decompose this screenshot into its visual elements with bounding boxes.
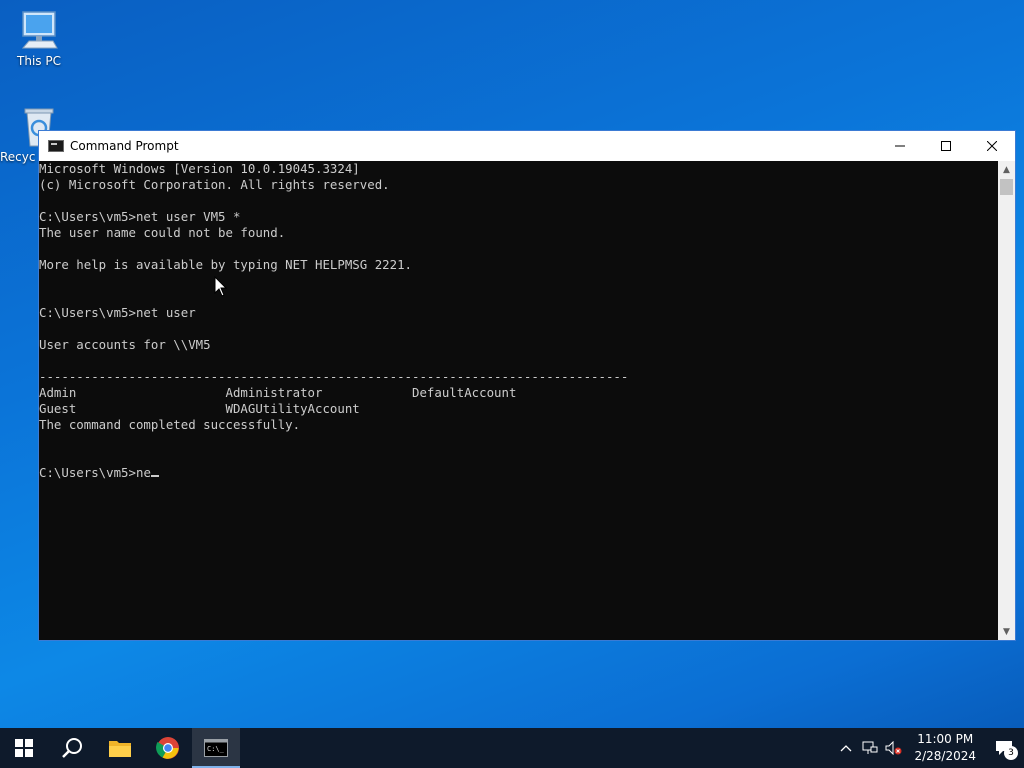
chevron-down-icon: ▼	[1003, 626, 1010, 637]
desktop-icon-label: This PC	[17, 54, 61, 68]
command-prompt-window[interactable]: Command Prompt Microsoft Windows [Versio…	[38, 130, 1016, 641]
console-line: The command completed successfully.	[39, 417, 301, 432]
console-line: The user name could not be found.	[39, 225, 286, 240]
clock-date: 2/28/2024	[914, 749, 976, 763]
console-line: More help is available by typing NET HEL…	[39, 257, 412, 272]
chrome-icon	[156, 737, 179, 759]
notification-badge: 3	[1004, 746, 1018, 760]
console-line: Guest WDAGUtilityAccount	[39, 401, 360, 416]
console-line: C:\Users\vm5>net user	[39, 305, 196, 320]
command-prompt-icon: C:\_	[204, 739, 228, 757]
scroll-thumb[interactable]	[1000, 179, 1013, 195]
console-line: Microsoft Windows [Version 10.0.19045.33…	[39, 161, 360, 176]
close-button[interactable]	[969, 131, 1015, 161]
start-icon	[15, 739, 33, 757]
volume-muted-icon	[885, 741, 902, 755]
clock[interactable]: 11:00 PM 2/28/2024	[906, 731, 984, 765]
start-button[interactable]	[0, 728, 48, 768]
console-line: C:\Users\vm5>net user VM5 *	[39, 209, 241, 224]
maximize-button[interactable]	[923, 131, 969, 161]
console-line: ----------------------------------------…	[39, 369, 629, 384]
scroll-down-button[interactable]: ▼	[998, 623, 1015, 640]
network-icon	[862, 741, 878, 754]
search-icon	[62, 738, 82, 758]
console-line: Admin Administrator DefaultAccount	[39, 385, 517, 400]
chevron-up-icon: ▲	[1003, 164, 1010, 175]
maximize-icon	[941, 141, 951, 151]
mouse-pointer-icon	[214, 276, 228, 297]
svg-text:C:\_: C:\_	[207, 745, 225, 753]
text-cursor	[150, 475, 159, 477]
console-line: User accounts for \\VM5	[39, 337, 211, 352]
scroll-up-button[interactable]: ▲	[998, 161, 1015, 178]
show-hidden-icons-button[interactable]	[834, 728, 858, 768]
window-controls	[877, 131, 1015, 161]
console-text: Microsoft Windows [Version 10.0.19045.33…	[39, 161, 998, 465]
vertical-scrollbar[interactable]: ▲ ▼	[998, 161, 1015, 640]
desktop-icon-this-pc[interactable]: This PC	[4, 8, 74, 68]
clock-time: 11:00 PM	[917, 732, 974, 746]
console-current-input: ne	[135, 465, 151, 480]
system-tray: 11:00 PM 2/28/2024 3	[834, 728, 1024, 768]
cmd-icon	[48, 140, 64, 152]
volume-button[interactable]	[882, 728, 906, 768]
console-output[interactable]: Microsoft Windows [Version 10.0.19045.33…	[39, 161, 998, 640]
title-bar[interactable]: Command Prompt	[39, 131, 1015, 161]
taskbar: C:\_ 11:00 PM 2/28/2024 3	[0, 728, 1024, 768]
console-input-line[interactable]: C:\Users\vm5>ne	[39, 465, 998, 481]
console-prompt: C:\Users\vm5>	[39, 465, 136, 480]
command-prompt-taskbar-button[interactable]: C:\_	[192, 728, 240, 768]
chrome-button[interactable]	[144, 728, 192, 768]
file-explorer-icon	[109, 741, 131, 757]
console-line: (c) Microsoft Corporation. All rights re…	[39, 177, 390, 192]
action-center-button[interactable]: 3	[984, 728, 1024, 768]
network-button[interactable]	[858, 728, 882, 768]
file-explorer-button[interactable]	[96, 728, 144, 768]
minimize-icon	[895, 145, 905, 147]
window-title: Command Prompt	[70, 139, 179, 153]
search-button[interactable]	[48, 728, 96, 768]
computer-icon	[17, 8, 61, 52]
chevron-up-icon	[841, 745, 852, 752]
minimize-button[interactable]	[877, 131, 923, 161]
close-icon	[987, 141, 997, 151]
